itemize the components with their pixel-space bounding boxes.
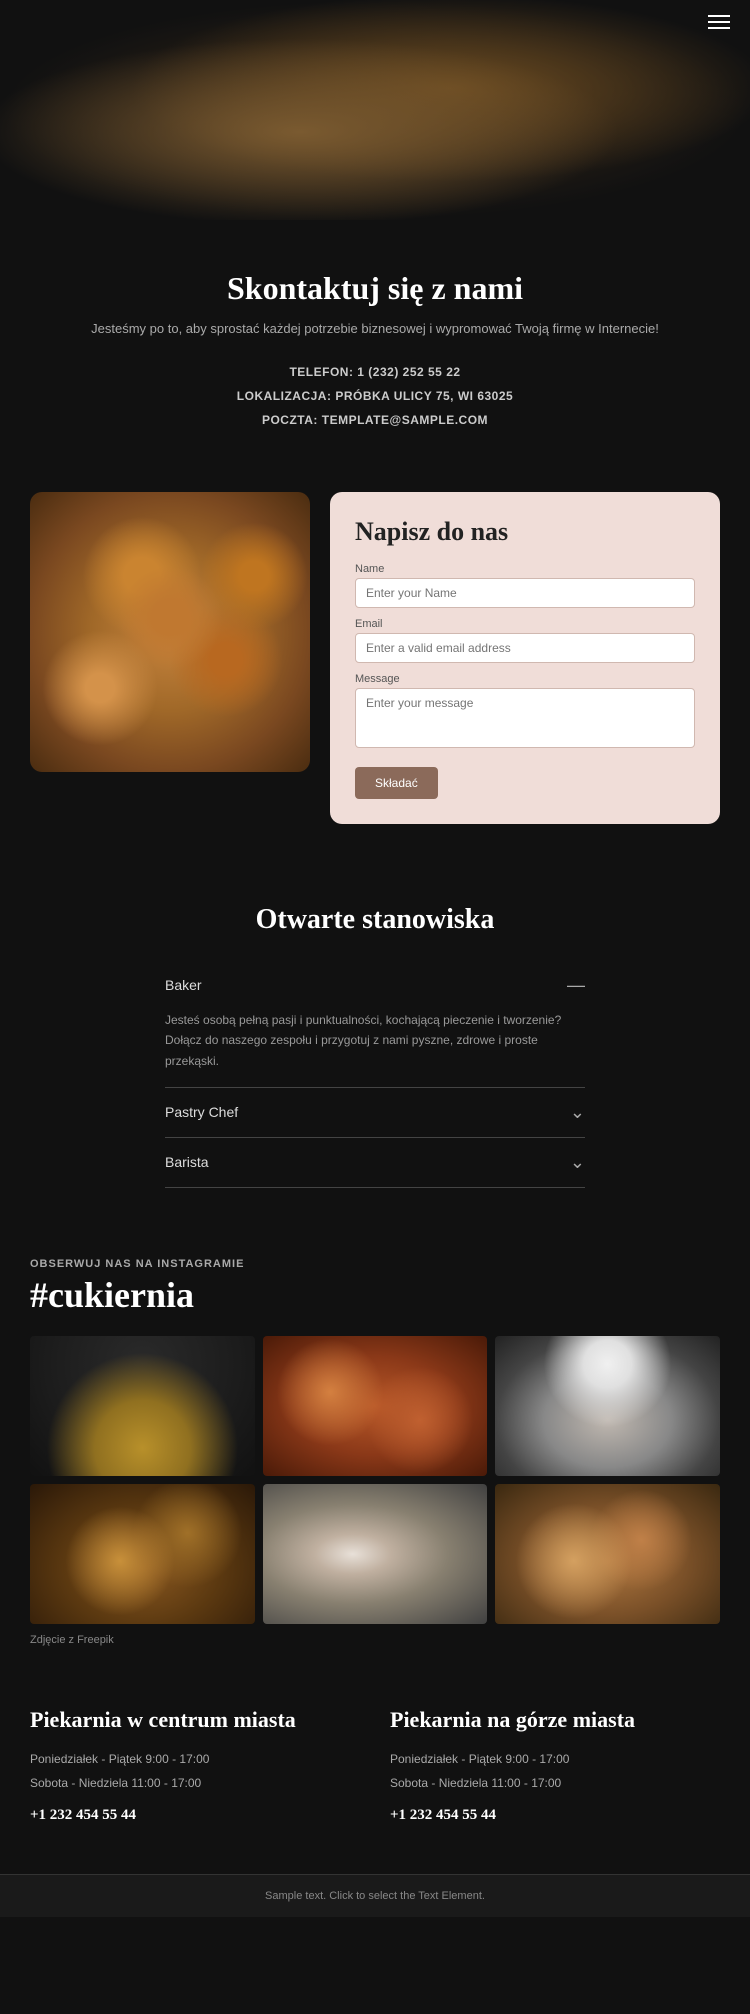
instagram-photo-5[interactable] <box>263 1484 488 1624</box>
instagram-hashtag: #cukiernia <box>30 1274 720 1316</box>
accordion-pastry-label: Pastry Chef <box>165 1104 238 1120</box>
name-label: Name <box>355 563 695 575</box>
name-input[interactable] <box>355 578 695 608</box>
form-section: Napisz do nas Name Email Message Składać <box>0 472 750 874</box>
submit-button[interactable]: Składać <box>355 767 438 799</box>
accordion-barista-label: Barista <box>165 1154 209 1170</box>
contact-location: LOKALIZACJA: PRÓBKA ULICY 75, WI 63025 <box>60 384 690 408</box>
jobs-section: Otwarte stanowiska Baker — Jesteś osobą … <box>0 874 750 1228</box>
location1-weekday: Poniedziałek - Piątek 9:00 - 17:00 <box>30 1747 360 1771</box>
locations-section: Piekarnia w centrum miasta Poniedziałek … <box>0 1666 750 1874</box>
accordion-baker-label: Baker <box>165 977 202 993</box>
instagram-photo-2[interactable] <box>263 1336 488 1476</box>
location2-phone: +1 232 454 55 44 <box>390 1807 720 1824</box>
instagram-follow-label: OBSERWUJ NAS NA INSTAGRAMIE <box>30 1258 720 1270</box>
location2-hours: Poniedziałek - Piątek 9:00 - 17:00 Sobot… <box>390 1747 720 1795</box>
contact-form: Napisz do nas Name Email Message Składać <box>330 492 720 824</box>
location-card-1: Piekarnia w centrum miasta Poniedziałek … <box>30 1706 360 1824</box>
form-title: Napisz do nas <box>355 517 695 547</box>
jobs-title: Otwarte stanowiska <box>50 904 700 936</box>
accordion-barista: Barista ⌄ <box>165 1138 585 1188</box>
instagram-photo-1[interactable] <box>30 1336 255 1476</box>
location2-weekday: Poniedziałek - Piątek 9:00 - 17:00 <box>390 1747 720 1771</box>
contact-title: Skontaktuj się z nami <box>60 270 690 307</box>
hero-image <box>0 0 750 220</box>
accordion-barista-icon: ⌄ <box>570 1152 585 1173</box>
contact-email: POCZTA: TEMPLATE@SAMPLE.COM <box>60 408 690 432</box>
accordion-pastry-header[interactable]: Pastry Chef ⌄ <box>165 1088 585 1137</box>
accordion-baker: Baker — Jesteś osobą pełną pasji i punkt… <box>165 961 585 1088</box>
location1-hours: Poniedziałek - Piątek 9:00 - 17:00 Sobot… <box>30 1747 360 1795</box>
email-label: Email <box>355 618 695 630</box>
location1-weekend: Sobota - Niedziela 11:00 - 17:00 <box>30 1771 360 1795</box>
accordion-pastry-icon: ⌄ <box>570 1102 585 1123</box>
instagram-photo-4[interactable] <box>30 1484 255 1624</box>
email-input[interactable] <box>355 633 695 663</box>
accordion-barista-header[interactable]: Barista ⌄ <box>165 1138 585 1187</box>
bread-image <box>30 492 310 772</box>
location1-name: Piekarnia w centrum miasta <box>30 1706 360 1735</box>
location2-name: Piekarnia na górze miasta <box>390 1706 720 1735</box>
menu-button[interactable] <box>708 15 730 29</box>
instagram-photo-3[interactable] <box>495 1336 720 1476</box>
accordion-baker-header[interactable]: Baker — <box>165 961 585 1010</box>
photo-credit: Zdjęcie z Freepik <box>30 1634 720 1646</box>
message-label: Message <box>355 673 695 685</box>
instagram-grid <box>30 1336 720 1624</box>
location-card-2: Piekarnia na górze miasta Poniedziałek -… <box>390 1706 720 1824</box>
accordion-pastry: Pastry Chef ⌄ <box>165 1088 585 1138</box>
location2-weekend: Sobota - Niedziela 11:00 - 17:00 <box>390 1771 720 1795</box>
bread-image-inner <box>30 492 310 772</box>
location1-phone: +1 232 454 55 44 <box>30 1807 360 1824</box>
contact-section: Skontaktuj się z nami Jesteśmy po to, ab… <box>0 220 750 472</box>
contact-phone: TELEFON: 1 (232) 252 55 22 <box>60 360 690 384</box>
hero-section <box>0 0 750 220</box>
contact-info: TELEFON: 1 (232) 252 55 22 LOKALIZACJA: … <box>60 360 690 432</box>
accordion-baker-body: Jesteś osobą pełną pasji i punktualności… <box>165 1010 585 1087</box>
photo1-bg <box>30 1336 255 1476</box>
instagram-section: OBSERWUJ NAS NA INSTAGRAMIE #cukiernia Z… <box>0 1228 750 1666</box>
contact-subtitle: Jesteśmy po to, aby sprostać każdej potr… <box>60 319 690 340</box>
footer: Sample text. Click to select the Text El… <box>0 1874 750 1917</box>
accordion-baker-icon: — <box>567 975 585 996</box>
instagram-photo-6[interactable] <box>495 1484 720 1624</box>
message-input[interactable] <box>355 688 695 748</box>
footer-text: Sample text. Click to select the Text El… <box>265 1890 485 1902</box>
